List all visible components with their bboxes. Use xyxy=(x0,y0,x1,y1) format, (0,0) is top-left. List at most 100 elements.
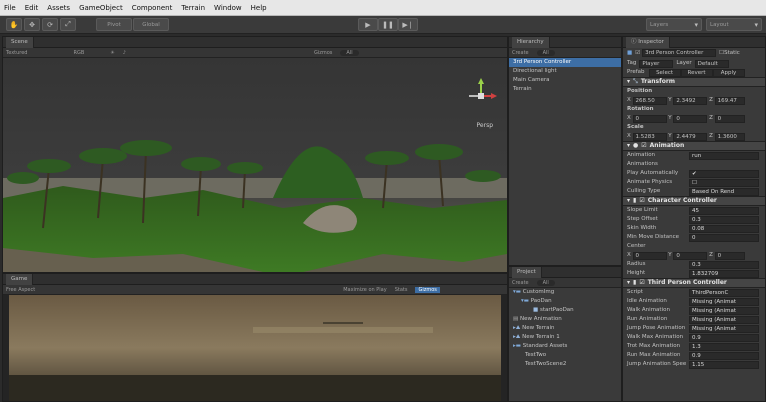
center-z[interactable]: 0 xyxy=(714,251,745,260)
center-x[interactable]: 0 xyxy=(632,251,667,260)
list-item[interactable]: ▤ New Animation xyxy=(509,315,621,324)
gizmos-dropdown[interactable]: Gizmos xyxy=(314,50,332,56)
menu-component[interactable]: Component xyxy=(132,4,173,12)
property-value[interactable]: Missing (Animat xyxy=(689,315,759,324)
property-value[interactable]: run xyxy=(689,151,759,160)
pivot-toggle[interactable]: Pivot xyxy=(96,18,132,31)
center-y[interactable]: 0 xyxy=(673,251,708,260)
game-viewport[interactable] xyxy=(3,295,507,401)
property-value[interactable]: ☐ xyxy=(689,178,759,187)
animation-enabled-checkbox[interactable]: ☑ xyxy=(641,141,646,151)
tab-inspector[interactable]: ⓘ Inspector xyxy=(626,37,670,48)
scene-viewport[interactable]: Persp xyxy=(3,58,507,272)
property-value[interactable]: 45 xyxy=(689,206,759,215)
layers-dropdown[interactable]: Layers ▾ xyxy=(646,18,702,31)
list-item[interactable]: TestTwo xyxy=(509,351,621,360)
position-x[interactable]: 268.50 xyxy=(632,96,667,105)
tab-hierarchy[interactable]: Hierarchy xyxy=(512,36,550,48)
property-value[interactable]: 0 xyxy=(689,233,759,242)
game-gizmos-toggle[interactable]: Gizmos xyxy=(415,286,440,293)
controller-enabled-checkbox[interactable]: ☑ xyxy=(639,196,644,206)
tab-scene[interactable]: Scene xyxy=(6,36,34,48)
prefab-revert-button[interactable]: Revert xyxy=(680,68,713,77)
menu-terrain[interactable]: Terrain xyxy=(181,4,205,12)
hierarchy-item[interactable]: Directional light xyxy=(509,67,621,76)
property-value[interactable]: Missing (Animat xyxy=(689,297,759,306)
rotation-y[interactable]: 0 xyxy=(673,114,708,123)
rotation-z[interactable]: 0 xyxy=(714,114,745,123)
shading-dropdown[interactable]: Textured xyxy=(6,50,27,56)
pause-button[interactable]: ❚❚ xyxy=(378,18,398,31)
property-value[interactable]: Missing (Animat xyxy=(689,324,759,333)
property-value[interactable]: 0.3 xyxy=(689,215,759,224)
object-name-field[interactable]: 3rd Person Controller xyxy=(642,48,717,57)
tag-dropdown[interactable]: Player xyxy=(639,59,674,68)
hierarchy-item[interactable]: Terrain xyxy=(509,85,621,94)
scale-y[interactable]: 2.4479 xyxy=(673,132,708,141)
rotation-x[interactable]: 0 xyxy=(632,114,667,123)
persp-label[interactable]: Persp xyxy=(477,122,494,129)
global-toggle[interactable]: Global xyxy=(133,18,169,31)
menu-gameobject[interactable]: GameObject xyxy=(79,4,123,12)
prefab-apply-button[interactable]: Apply xyxy=(712,68,745,77)
menu-assets[interactable]: Assets xyxy=(47,4,70,12)
property-row: Step Offset 0.3 xyxy=(623,215,765,224)
hand-tool-button[interactable]: ✋ xyxy=(6,18,22,31)
maximize-on-play-toggle[interactable]: Maximize on Play xyxy=(343,287,387,293)
menu-window[interactable]: Window xyxy=(214,4,242,12)
project-create-button[interactable]: Create xyxy=(512,280,529,286)
tab-game[interactable]: Game xyxy=(6,273,34,285)
hierarchy-search-input[interactable]: All xyxy=(536,49,555,56)
hierarchy-item[interactable]: Main Camera xyxy=(509,76,621,85)
list-item[interactable]: TestTwoScene2 xyxy=(509,360,621,369)
aspect-dropdown[interactable]: Free Aspect xyxy=(6,287,35,293)
transform-header[interactable]: ▾ ⤡ Transform xyxy=(623,77,765,87)
list-item[interactable]: ▾▬ CustomImg xyxy=(509,288,621,297)
property-value[interactable]: 0.9 xyxy=(689,333,759,342)
hierarchy-item[interactable]: 3rd Person Controller xyxy=(509,58,621,67)
layout-dropdown[interactable]: Layout ▾ xyxy=(706,18,762,31)
list-item[interactable]: ▾▬ PaoDan xyxy=(509,297,621,306)
property-value[interactable]: 1.3 xyxy=(689,342,759,351)
animation-header[interactable]: ▾ ● ☑ Animation xyxy=(623,141,765,151)
property-value[interactable]: ✔ xyxy=(689,169,759,178)
tab-project[interactable]: Project xyxy=(512,266,542,278)
lighting-toggle-icon[interactable]: ☀ xyxy=(110,50,114,56)
scene-search-input[interactable]: All xyxy=(340,49,359,56)
property-value[interactable]: Missing (Animat xyxy=(689,306,759,315)
project-search-input[interactable]: All xyxy=(536,279,555,286)
character-controller-header[interactable]: ▾ ▮ ☑ Character Controller xyxy=(623,196,765,206)
menu-file[interactable]: File xyxy=(4,4,16,12)
render-mode-dropdown[interactable]: RGB xyxy=(73,50,84,56)
scale-x[interactable]: 1.5283 xyxy=(632,132,667,141)
property-value[interactable]: 0.3 xyxy=(689,260,759,269)
property-value[interactable]: 0.9 xyxy=(689,351,759,360)
property-value[interactable]: 1.832709 xyxy=(689,269,759,278)
list-item[interactable]: ▸⛰ New Terrain xyxy=(509,324,621,333)
stats-toggle[interactable]: Stats xyxy=(395,287,408,293)
active-checkbox[interactable]: ☑ xyxy=(635,48,640,59)
property-value[interactable]: 0.08 xyxy=(689,224,759,233)
menu-edit[interactable]: Edit xyxy=(25,4,39,12)
step-button[interactable]: ▶❘ xyxy=(398,18,418,31)
third-person-enabled-checkbox[interactable]: ☑ xyxy=(639,278,644,288)
position-z[interactable]: 169.47 xyxy=(714,96,745,105)
list-item[interactable]: ▸▬ Standard Assets xyxy=(509,342,621,351)
scale-tool-button[interactable]: ⤢ xyxy=(60,18,76,31)
position-y[interactable]: 2.3492 xyxy=(673,96,708,105)
scale-z[interactable]: 1.3600 xyxy=(714,132,745,141)
play-button[interactable]: ▶ xyxy=(358,18,378,31)
move-tool-button[interactable]: ✥ xyxy=(24,18,40,31)
property-value[interactable]: ThirdPersonC xyxy=(689,288,759,297)
rotate-tool-button[interactable]: ⟳ xyxy=(42,18,58,31)
menu-help[interactable]: Help xyxy=(251,4,267,12)
list-item[interactable]: ■ startPaoDan xyxy=(509,306,621,315)
third-person-header[interactable]: ▾ ▮ ☑ Third Person Controller xyxy=(623,278,765,288)
hierarchy-create-button[interactable]: Create xyxy=(512,50,529,56)
property-value[interactable]: Based On Rend xyxy=(689,187,759,196)
list-item[interactable]: ▸⛰ New Terrain 1 xyxy=(509,333,621,342)
layer-dropdown[interactable]: Default xyxy=(694,59,729,68)
property-value[interactable]: 1.15 xyxy=(689,360,759,369)
sound-toggle-icon[interactable]: ♪ xyxy=(123,50,126,56)
prefab-select-button[interactable]: Select xyxy=(648,68,681,77)
